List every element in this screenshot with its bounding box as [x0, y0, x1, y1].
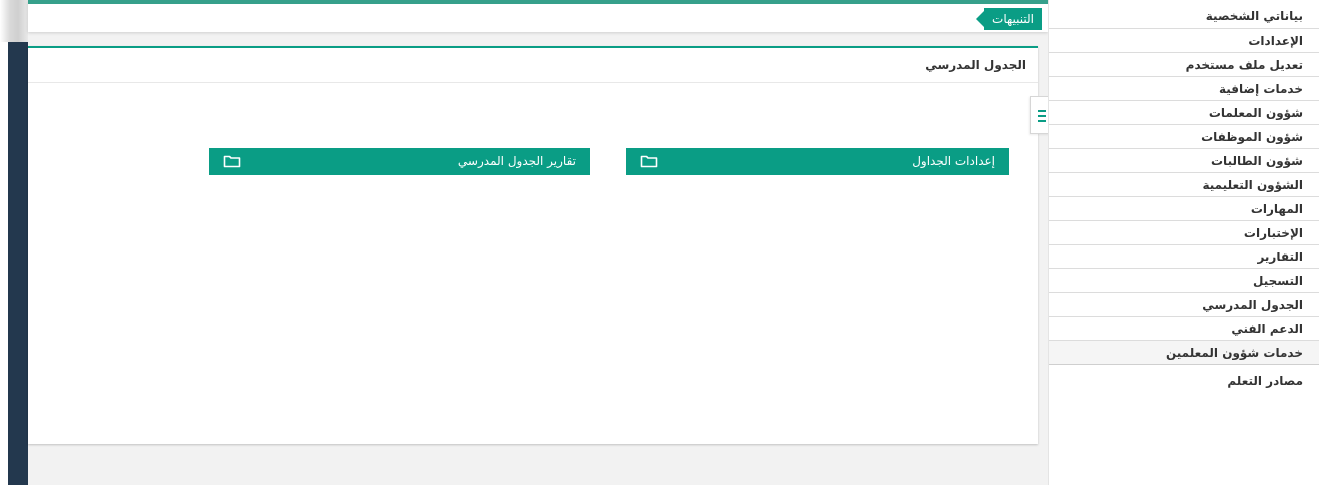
menu-toggle-handle[interactable]: [1030, 96, 1050, 134]
sidebar-item-skills[interactable]: المهارات: [1049, 196, 1319, 220]
schedule-settings-label: إعدادات الجداول: [912, 154, 995, 168]
left-strip-edge: [0, 42, 8, 485]
sidebar-item-settings[interactable]: الإعدادات: [1049, 28, 1319, 52]
schedule-reports-button[interactable]: تقارير الجدول المدرسي: [209, 148, 590, 175]
schedule-reports-label: تقارير الجدول المدرسي: [457, 154, 576, 168]
menu-bar-icon: [1038, 120, 1046, 122]
sidebar-item-label: الإختبارات: [1243, 226, 1303, 240]
sidebar-item-exams[interactable]: الإختبارات: [1049, 220, 1319, 244]
sidebar-item-label: شؤون الطالبات: [1211, 154, 1303, 168]
sidebar-item-reports[interactable]: التقارير: [1049, 244, 1319, 268]
sidebar-item-label: شؤون الموظفات: [1201, 130, 1303, 144]
sidebar-menu: بياناتي الشخصية الإعدادات تعديل ملف مستخ…: [1049, 0, 1319, 394]
sidebar-item-label: الجدول المدرسي: [1202, 298, 1303, 312]
sidebar-item-technical-support[interactable]: الدعم الفني: [1049, 316, 1319, 340]
menu-bar-icon: [1038, 110, 1046, 112]
alerts-label: التنبيهات: [992, 12, 1034, 26]
folder-icon: [640, 155, 658, 168]
left-strip-shadow: [0, 0, 28, 42]
sidebar-item-label: تعديل ملف مستخدم: [1185, 58, 1303, 72]
sidebar-item-label: خدمات إضافية: [1219, 82, 1303, 96]
sidebar-item-learning-resources[interactable]: مصادر التعلم: [1049, 364, 1319, 394]
sidebar-item-label: بياناتي الشخصية: [1205, 9, 1303, 23]
sidebar-item-registration[interactable]: التسجيل: [1049, 268, 1319, 292]
sidebar-item-label: الشؤون التعليمية: [1202, 178, 1303, 192]
sidebar-item-educational-affairs[interactable]: الشؤون التعليمية: [1049, 172, 1319, 196]
left-dark-strip: [8, 42, 28, 485]
sidebar-item-label: شؤون المعلمات: [1208, 106, 1303, 120]
page: التنبيهات الجدول المدرسي إعدادات الجداول…: [0, 0, 1331, 485]
sidebar-item-personal-data[interactable]: بياناتي الشخصية: [1049, 0, 1319, 28]
sidebar-item-label: مصادر التعلم: [1227, 374, 1303, 388]
sidebar-item-label: الدعم الفني: [1231, 322, 1303, 336]
sidebar-item-label: خدمات شؤون المعلمين: [1165, 346, 1303, 360]
sidebar-item-school-schedule[interactable]: الجدول المدرسي: [1049, 292, 1319, 316]
sidebar-item-label: التسجيل: [1253, 274, 1303, 288]
top-bar: التنبيهات: [28, 0, 1048, 32]
sidebar-item-teacher-affairs-services[interactable]: خدمات شؤون المعلمين: [1049, 340, 1319, 364]
alerts-tab[interactable]: التنبيهات: [976, 8, 1042, 30]
menu-bar-icon: [1038, 115, 1046, 117]
sidebar-item-label: التقارير: [1257, 250, 1303, 264]
school-schedule-panel: الجدول المدرسي إعدادات الجداول تقارير ال…: [28, 46, 1038, 444]
panel-title: الجدول المدرسي: [925, 58, 1026, 72]
panel-divider: [28, 82, 1038, 83]
sidebar-item-students-affairs[interactable]: شؤون الطالبات: [1049, 148, 1319, 172]
sidebar-item-label: المهارات: [1250, 202, 1303, 216]
sidebar-item-teachers-affairs[interactable]: شؤون المعلمات: [1049, 100, 1319, 124]
folder-icon: [223, 155, 241, 168]
sidebar-item-edit-user-file[interactable]: تعديل ملف مستخدم: [1049, 52, 1319, 76]
sidebar-item-label: الإعدادات: [1248, 34, 1303, 48]
sidebar-item-additional-services[interactable]: خدمات إضافية: [1049, 76, 1319, 100]
schedule-settings-button[interactable]: إعدادات الجداول: [626, 148, 1009, 175]
sidebar: بياناتي الشخصية الإعدادات تعديل ملف مستخ…: [1048, 0, 1331, 485]
sidebar-item-employees-affairs[interactable]: شؤون الموظفات: [1049, 124, 1319, 148]
